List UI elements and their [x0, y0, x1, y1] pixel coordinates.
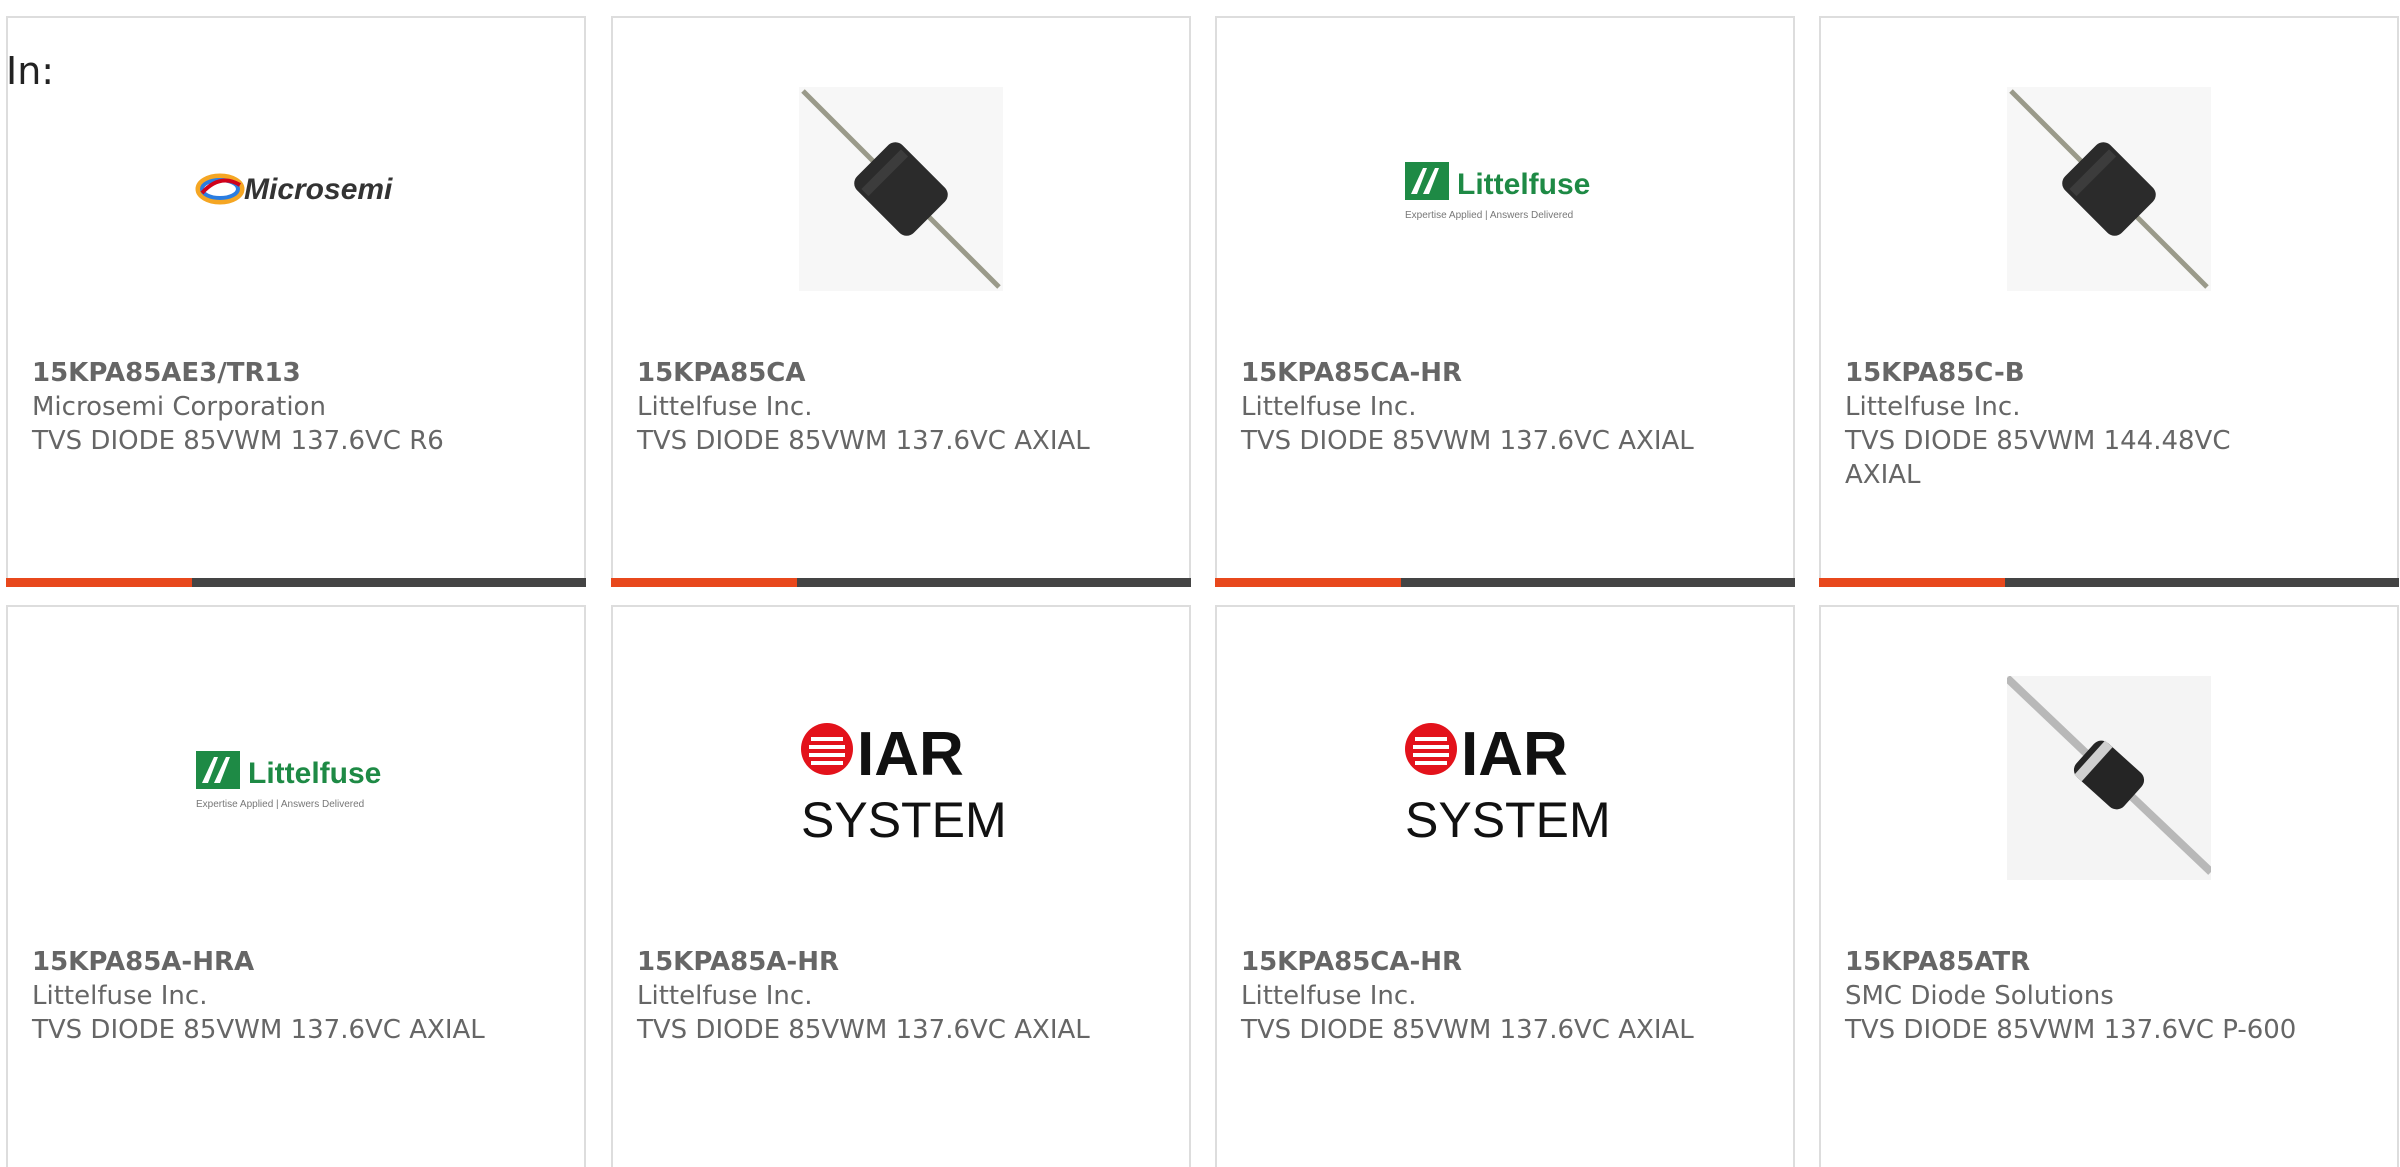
svg-text:Littelfuse: Littelfuse — [248, 757, 381, 790]
product-card[interactable]: Littelfuse Expertise Applied | Answers D… — [1215, 16, 1795, 587]
manufacturer: Littelfuse Inc. — [32, 981, 208, 1011]
product-info: 15KPA85C-B Littelfuse Inc. TVS DIODE 85V… — [1845, 356, 2305, 492]
product-card[interactable]: IAR SYSTEMS 15KPA85A-HR Littelfuse Inc. … — [611, 605, 1191, 1167]
svg-text:Microsemi: Microsemi — [244, 173, 393, 206]
product-info: 15KPA85CA-HR Littelfuse Inc. TVS DIODE 8… — [1241, 356, 1701, 458]
littelfuse-logo: Littelfuse Expertise Applied | Answers D… — [1403, 87, 1607, 291]
part-number-link[interactable]: 15KPA85C-B — [1845, 356, 2305, 390]
product-card[interactable]: IAR SYSTEMS 15KPA85CA-HR Littelfuse Inc.… — [1215, 605, 1795, 1167]
svg-text:Expertise Applied | Answers De: Expertise Applied | Answers Delivered — [196, 799, 364, 810]
product-card[interactable]: 15KPA85C-B Littelfuse Inc. TVS DIODE 85V… — [1819, 16, 2399, 587]
manufacturer: Littelfuse Inc. — [637, 392, 813, 422]
product-card[interactable]: 15KPA85CA Littelfuse Inc. TVS DIODE 85VW… — [611, 16, 1191, 587]
description: TVS DIODE 85VWM 137.6VC AXIAL — [32, 1015, 485, 1045]
svg-text:IAR: IAR — [1461, 720, 1568, 789]
product-info: 15KPA85A-HR Littelfuse Inc. TVS DIODE 85… — [637, 945, 1097, 1047]
stock-bar-fill — [1819, 578, 2005, 587]
manufacturer: Littelfuse Inc. — [1241, 981, 1417, 1011]
stock-bar — [611, 578, 1191, 587]
stock-bar-fill — [6, 578, 192, 587]
part-number-link[interactable]: 15KPA85CA-HR — [1241, 356, 1701, 390]
part-number-link[interactable]: 15KPA85CA-HR — [1241, 945, 1701, 979]
description: TVS DIODE 85VWM 137.6VC AXIAL — [637, 426, 1090, 456]
manufacturer: Littelfuse Inc. — [1241, 392, 1417, 422]
p600-diode-photo — [2007, 676, 2211, 880]
microsemi-logo: Microsemi — [194, 87, 398, 291]
product-info: 15KPA85A-HRA Littelfuse Inc. TVS DIODE 8… — [32, 945, 492, 1047]
product-card[interactable]: 15KPA85ATR SMC Diode Solutions TVS DIODE… — [1819, 605, 2399, 1167]
part-number-link[interactable]: 15KPA85CA — [637, 356, 1097, 390]
svg-text:Littelfuse: Littelfuse — [1457, 168, 1590, 201]
axial-diode-photo — [799, 87, 1003, 291]
littelfuse-logo: Littelfuse Expertise Applied | Answers D… — [194, 676, 398, 880]
product-info: 15KPA85CA Littelfuse Inc. TVS DIODE 85VW… — [637, 356, 1097, 458]
description: TVS DIODE 85VWM 144.48VC AXIAL — [1845, 426, 2231, 490]
svg-text:SYSTEMS: SYSTEMS — [801, 792, 1003, 843]
stock-bar-fill — [611, 578, 797, 587]
manufacturer: SMC Diode Solutions — [1845, 981, 2114, 1011]
manufacturer: Microsemi Corporation — [32, 392, 326, 422]
description: TVS DIODE 85VWM 137.6VC R6 — [32, 426, 444, 456]
manufacturer: Littelfuse Inc. — [1845, 392, 2021, 422]
svg-text:IAR: IAR — [857, 720, 964, 789]
product-card[interactable]: Littelfuse Expertise Applied | Answers D… — [6, 605, 586, 1167]
manufacturer: Littelfuse Inc. — [637, 981, 813, 1011]
part-number-link[interactable]: 15KPA85AE3/TR13 — [32, 356, 492, 390]
axial-diode-photo — [2007, 87, 2211, 291]
part-number-link[interactable]: 15KPA85ATR — [1845, 945, 2305, 979]
description: TVS DIODE 85VWM 137.6VC AXIAL — [1241, 426, 1694, 456]
part-number-link[interactable]: 15KPA85A-HR — [637, 945, 1097, 979]
search-results-page: In: Microsemi 15KPA85AE3/TR13 Microsemi … — [0, 0, 2400, 1167]
product-info: 15KPA85CA-HR Littelfuse Inc. TVS DIODE 8… — [1241, 945, 1701, 1047]
product-card[interactable]: Microsemi 15KPA85AE3/TR13 Microsemi Corp… — [6, 16, 586, 587]
stock-bar — [1215, 578, 1795, 587]
svg-text:SYSTEMS: SYSTEMS — [1405, 792, 1607, 843]
iar-systems-logo: IAR SYSTEMS — [1403, 676, 1607, 880]
description: TVS DIODE 85VWM 137.6VC AXIAL — [1241, 1015, 1694, 1045]
iar-systems-logo: IAR SYSTEMS — [799, 676, 1003, 880]
part-number-link[interactable]: 15KPA85A-HRA — [32, 945, 492, 979]
stock-bar — [1819, 578, 2399, 587]
product-info: 15KPA85ATR SMC Diode Solutions TVS DIODE… — [1845, 945, 2305, 1047]
stock-bar — [6, 578, 586, 587]
description: TVS DIODE 85VWM 137.6VC AXIAL — [637, 1015, 1090, 1045]
description: TVS DIODE 85VWM 137.6VC P-600 — [1845, 1015, 2297, 1045]
product-info: 15KPA85AE3/TR13 Microsemi Corporation TV… — [32, 356, 492, 458]
filter-label: In: — [6, 49, 55, 93]
svg-text:Expertise Applied | Answers De: Expertise Applied | Answers Delivered — [1405, 210, 1573, 221]
stock-bar-fill — [1215, 578, 1401, 587]
